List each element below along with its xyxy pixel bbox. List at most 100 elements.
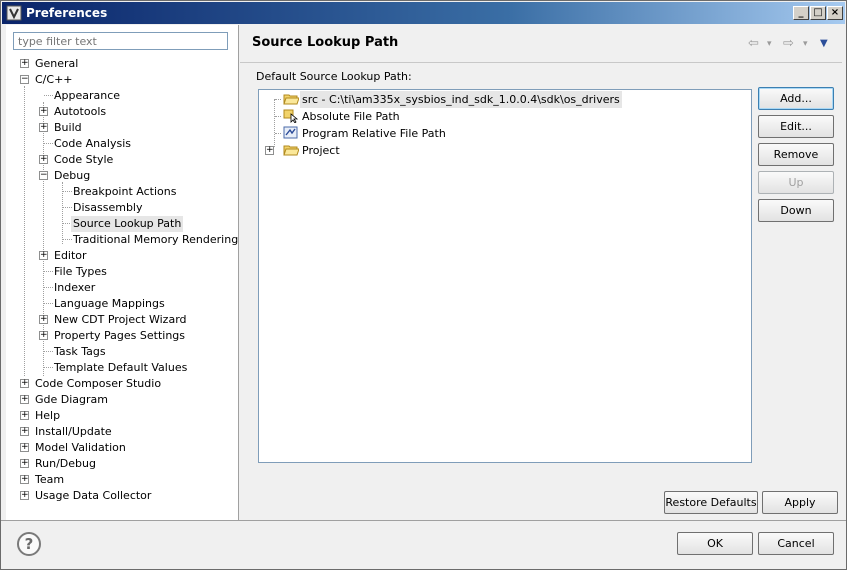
tree-item-code-style[interactable]: + Code Style	[6, 152, 236, 168]
tree-item-traditional-memory-rendering[interactable]: Traditional Memory Rendering	[6, 232, 239, 248]
title-bar[interactable]: Preferences _ □ ×	[2, 2, 845, 24]
list-item-project[interactable]: + Project	[265, 142, 725, 159]
remove-button[interactable]: Remove	[758, 143, 834, 166]
expand-icon[interactable]: +	[265, 146, 274, 155]
apply-button[interactable]: Apply	[762, 491, 838, 514]
tree-item-run-debug[interactable]: + Run/Debug	[6, 456, 236, 472]
tree-item-editor[interactable]: + Editor	[6, 248, 236, 264]
expand-icon[interactable]: +	[20, 395, 29, 404]
list-item-label: Program Relative File Path	[302, 127, 446, 140]
tree-item-indexer[interactable]: Indexer	[6, 280, 236, 296]
tree-connector	[274, 99, 275, 147]
tree-item-new-cdt-project-wizard[interactable]: + New CDT Project Wizard	[6, 312, 236, 328]
close-button[interactable]: ×	[827, 6, 843, 20]
back-arrow-icon[interactable]: ⇦	[748, 36, 759, 51]
tree-item-install-update[interactable]: + Install/Update	[6, 424, 236, 440]
expand-icon[interactable]: +	[20, 379, 29, 388]
tree-item-team[interactable]: + Team	[6, 472, 236, 488]
tree-item-gde-diagram[interactable]: + Gde Diagram	[6, 392, 236, 408]
tree-item-label: Run/Debug	[35, 457, 96, 470]
tree-item-debug[interactable]: − Debug	[6, 168, 236, 184]
tree-item-label: Template Default Values	[54, 361, 188, 374]
forward-dropdown-icon[interactable]: ▾	[803, 39, 808, 49]
preferences-tree-panel: + General − C/C++ Appearance + Autotools…	[6, 25, 239, 520]
expand-icon[interactable]: +	[39, 315, 48, 324]
expand-icon[interactable]: +	[20, 411, 29, 420]
tree-item-appearance[interactable]: Appearance	[6, 88, 236, 104]
tree-item-file-types[interactable]: File Types	[6, 264, 236, 280]
tree-item-code-composer-studio[interactable]: + Code Composer Studio	[6, 376, 236, 392]
tree-item-label: C/C++	[35, 73, 73, 86]
expand-icon[interactable]: +	[20, 491, 29, 500]
list-item-program-relative-file-path[interactable]: Program Relative File Path	[283, 125, 743, 142]
expand-icon[interactable]: +	[20, 475, 29, 484]
tree-item-usage-data-collector[interactable]: + Usage Data Collector	[6, 488, 236, 504]
tree-item-label: Autotools	[54, 105, 107, 118]
expand-icon[interactable]: +	[39, 107, 48, 116]
add-button[interactable]: Add...	[758, 87, 834, 110]
list-item-src[interactable]: src - C:\ti\am335x_sysbios_ind_sdk_1.0.0…	[283, 91, 743, 108]
view-menu-icon[interactable]: ▼	[820, 38, 828, 49]
expand-icon[interactable]: +	[39, 123, 48, 132]
project-folder-icon	[283, 145, 299, 156]
tree-connector	[275, 99, 281, 100]
page-title: Source Lookup Path	[252, 35, 399, 50]
tree-item-label: Appearance	[54, 89, 121, 102]
restore-defaults-button[interactable]: Restore Defaults	[664, 491, 758, 514]
expand-icon[interactable]: +	[20, 427, 29, 436]
tree-connector	[275, 116, 281, 117]
down-button[interactable]: Down	[758, 199, 834, 222]
back-dropdown-icon[interactable]: ▾	[767, 39, 772, 49]
ok-button[interactable]: OK	[677, 532, 753, 555]
absolute-path-icon	[283, 109, 299, 123]
tree-item-label: Editor	[54, 249, 87, 262]
tree-item-label: Gde Diagram	[35, 393, 108, 406]
tree-item-label: Language Mappings	[54, 297, 165, 310]
tree-item-general[interactable]: + General	[6, 56, 236, 72]
tree-item-language-mappings[interactable]: Language Mappings	[6, 296, 236, 312]
expand-icon[interactable]: +	[20, 59, 29, 68]
tree-item-label: Code Style	[54, 153, 114, 166]
tree-item-label: Code Analysis	[54, 137, 131, 150]
list-item-label: Project	[302, 144, 340, 157]
tree-item-label: Breakpoint Actions	[73, 185, 177, 198]
tree-item-build[interactable]: + Build	[6, 120, 236, 136]
tree-item-autotools[interactable]: + Autotools	[6, 104, 236, 120]
expand-icon[interactable]: +	[20, 443, 29, 452]
tree-item-label: Model Validation	[35, 441, 126, 454]
filter-input[interactable]	[13, 32, 228, 50]
minimize-button[interactable]: _	[793, 6, 809, 20]
tree-item-label: Usage Data Collector	[35, 489, 152, 502]
list-item-label: src - C:\ti\am335x_sysbios_ind_sdk_1.0.0…	[300, 91, 622, 108]
tree-item-breakpoint-actions[interactable]: Breakpoint Actions	[6, 184, 236, 200]
tree-item-disassembly[interactable]: Disassembly	[6, 200, 236, 216]
list-item-absolute-file-path[interactable]: Absolute File Path	[283, 108, 743, 125]
cancel-button[interactable]: Cancel	[758, 532, 834, 555]
edit-button[interactable]: Edit...	[758, 115, 834, 138]
tree-item-property-pages-settings[interactable]: + Property Pages Settings	[6, 328, 236, 344]
tree-item-cpp[interactable]: − C/C++	[6, 72, 236, 88]
bottom-separator	[1, 520, 846, 521]
expand-icon[interactable]: +	[20, 459, 29, 468]
expand-icon[interactable]: +	[39, 155, 48, 164]
expand-icon[interactable]: +	[39, 251, 48, 260]
tree-item-label: General	[35, 57, 79, 70]
tree-item-label: File Types	[54, 265, 107, 278]
tree-item-label: Indexer	[54, 281, 96, 294]
tree-item-label: Traditional Memory Rendering	[73, 233, 239, 246]
forward-arrow-icon[interactable]: ⇨	[783, 36, 794, 51]
collapse-icon[interactable]: −	[20, 75, 29, 84]
tree-item-source-lookup-path[interactable]: Source Lookup Path	[6, 216, 236, 232]
up-button[interactable]: Up	[758, 171, 834, 194]
tree-item-task-tags[interactable]: Task Tags	[6, 344, 236, 360]
help-icon[interactable]: ?	[17, 532, 41, 556]
collapse-icon[interactable]: −	[39, 171, 48, 180]
tree-item-code-analysis[interactable]: Code Analysis	[6, 136, 236, 152]
maximize-button[interactable]: □	[810, 6, 826, 20]
tree-item-template-default-values[interactable]: Template Default Values	[6, 360, 236, 376]
expand-icon[interactable]: +	[39, 331, 48, 340]
source-lookup-list[interactable]: src - C:\ti\am335x_sysbios_ind_sdk_1.0.0…	[258, 89, 752, 463]
tree-item-help[interactable]: + Help	[6, 408, 236, 424]
tree-item-model-validation[interactable]: + Model Validation	[6, 440, 236, 456]
tree-item-label: Debug	[54, 169, 91, 182]
